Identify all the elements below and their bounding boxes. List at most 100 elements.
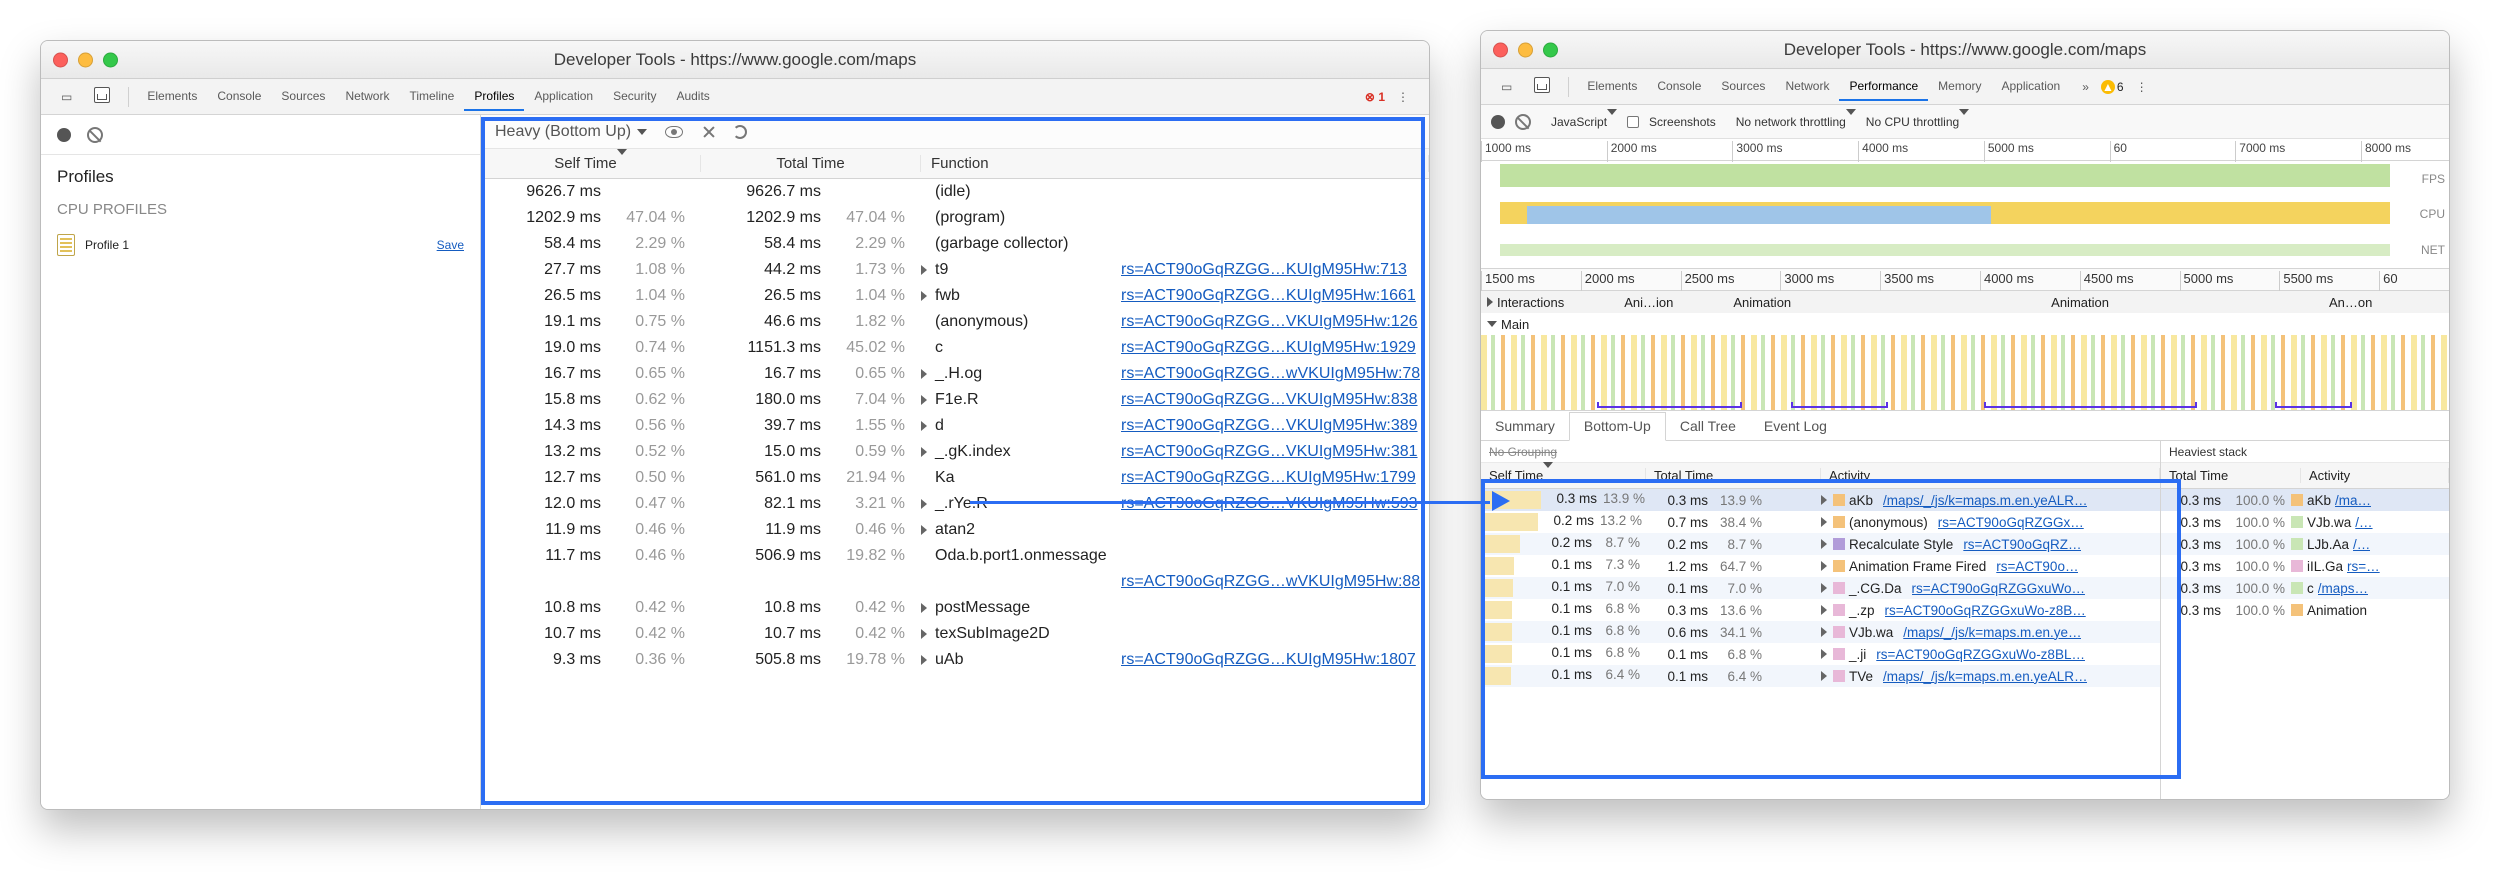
table-row[interactable]: 0.3 ms100.0 %Animation: [2161, 599, 2449, 621]
save-link[interactable]: Save: [437, 238, 464, 252]
expand-icon[interactable]: [921, 369, 927, 379]
expand-icon[interactable]: [921, 447, 927, 457]
table-row[interactable]: 0.3 ms100.0 %aKb/ma…: [2161, 489, 2449, 511]
device-toggle-icon[interactable]: [84, 81, 120, 112]
more-tabs-icon[interactable]: »: [2072, 74, 2099, 100]
record-icon[interactable]: [1491, 115, 1505, 129]
expand-icon[interactable]: [1821, 495, 1827, 505]
source-link[interactable]: rs=ACT90oGqRZGG…KUIgM95Hw:1929: [1121, 339, 1416, 357]
tab-elements[interactable]: Elements: [1577, 73, 1647, 101]
table-row[interactable]: 0.3 ms100.0 %c/maps…: [2161, 577, 2449, 599]
network-throttle-dropdown[interactable]: No network throttling: [1736, 115, 1856, 129]
expand-icon[interactable]: [921, 603, 927, 613]
source-link[interactable]: rs=ACT90oGqRZGG…VKUIgM95Hw:126: [1121, 313, 1418, 331]
cpu-throttle-dropdown[interactable]: No CPU throttling: [1866, 115, 1969, 129]
close-light-icon[interactable]: [1493, 42, 1508, 57]
expand-icon[interactable]: [1821, 671, 1827, 681]
source-link[interactable]: rs=ACT90oGqRZGG…KUIgM95Hw:713: [1121, 261, 1407, 279]
source-link[interactable]: rs=ACT90oGqRZGG…VKUIgM95Hw:381: [1121, 443, 1418, 461]
clear-icon[interactable]: [1515, 114, 1531, 130]
table-row[interactable]: 10.8 ms0.42 %10.8 ms0.42 %postMessage: [481, 595, 1429, 621]
table-row[interactable]: 0.3 ms100.0 %LJb.Aa/…: [2161, 533, 2449, 555]
col-total-time[interactable]: Total Time: [2161, 468, 2301, 483]
tab-memory[interactable]: Memory: [1928, 73, 1991, 101]
inspect-icon[interactable]: ▭: [1491, 74, 1522, 100]
source-link[interactable]: /maps/_/js/k=maps.m.en.ye…: [1903, 625, 2081, 640]
tab-summary[interactable]: Summary: [1481, 411, 1569, 440]
tab-network[interactable]: Network: [1775, 73, 1839, 101]
source-link[interactable]: rs=ACT90oGqRZGG…wVKUIgM95Hw:88: [1121, 573, 1420, 591]
tab-network[interactable]: Network: [335, 83, 399, 111]
source-link[interactable]: /maps/_/js/k=maps.m.en.yeALR…: [1883, 493, 2087, 508]
source-link[interactable]: rs=ACT90oGqRZGGx…: [1938, 515, 2084, 530]
titlebar[interactable]: Developer Tools - https://www.google.com…: [1481, 31, 2449, 69]
table-row[interactable]: 0.1 ms6.8 %0.3 ms13.6 %_.zprs=ACT90oGqRZ…: [1481, 599, 2160, 621]
bottom-up-rows[interactable]: 0.3 ms13.9 %0.3 ms13.9 %aKb/maps/_/js/k=…: [1481, 489, 2160, 687]
table-row[interactable]: 0.1 ms6.8 %0.1 ms6.8 %_.jirs=ACT90oGqRZG…: [1481, 643, 2160, 665]
tab-audits[interactable]: Audits: [666, 83, 719, 111]
expand-icon[interactable]: [1821, 561, 1827, 571]
expand-icon[interactable]: [1821, 649, 1827, 659]
zoom-light-icon[interactable]: [103, 52, 118, 67]
source-link[interactable]: rs=ACT90o…: [1996, 559, 2078, 574]
grouping-dropdown[interactable]: No Grouping: [1481, 441, 2160, 463]
focus-icon[interactable]: [665, 126, 683, 138]
col-activity[interactable]: Activity: [2301, 468, 2449, 483]
source-link[interactable]: rs=ACT90oGqRZGG…KUIgM95Hw:1661: [1121, 287, 1416, 305]
source-link[interactable]: /maps…: [2318, 581, 2368, 596]
source-link[interactable]: rs=ACT90oGqRZGGxuWo…: [1912, 581, 2085, 596]
profile-rows[interactable]: 9626.7 ms9626.7 ms(idle)1202.9 ms47.04 %…: [481, 179, 1429, 809]
minimize-light-icon[interactable]: [1518, 42, 1533, 57]
expand-icon[interactable]: [1821, 539, 1827, 549]
expand-icon[interactable]: [921, 655, 927, 665]
table-row[interactable]: 9626.7 ms9626.7 ms(idle): [481, 179, 1429, 205]
tab-sources[interactable]: Sources: [1711, 73, 1775, 101]
main-track[interactable]: Main: [1481, 313, 2449, 335]
flame-ruler[interactable]: 1500 ms2000 ms2500 ms3000 ms3500 ms4000 …: [1481, 269, 2449, 291]
overview-timeline[interactable]: 1000 ms2000 ms3000 ms4000 ms5000 ms60700…: [1481, 139, 2449, 269]
tab-sources[interactable]: Sources: [271, 83, 335, 111]
source-link[interactable]: rs=ACT90oGqRZGGxuWo-z8B…: [1885, 603, 2086, 618]
table-row[interactable]: 12.7 ms0.50 %561.0 ms21.94 %Kars=ACT90oG…: [481, 465, 1429, 491]
expand-icon[interactable]: [1821, 517, 1827, 527]
col-total-time[interactable]: Total Time: [1646, 468, 1821, 483]
expand-icon[interactable]: [1821, 627, 1827, 637]
source-link[interactable]: rs=ACT90oGqRZGG…VKUIgM95Hw:838: [1121, 391, 1418, 409]
table-row[interactable]: 0.2 ms8.7 %0.2 ms8.7 %Recalculate Styler…: [1481, 533, 2160, 555]
expand-icon[interactable]: [921, 525, 927, 535]
table-row[interactable]: 11.7 ms0.46 %506.9 ms19.82 %Oda.b.port1.…: [481, 543, 1429, 569]
table-row[interactable]: 0.1 ms7.0 %0.1 ms7.0 %_.CG.Dars=ACT90oGq…: [1481, 577, 2160, 599]
table-row[interactable]: 14.3 ms0.56 %39.7 ms1.55 %drs=ACT90oGqRZ…: [481, 413, 1429, 439]
source-link[interactable]: rs=ACT90oGqRZGG…KUIgM95Hw:1807: [1121, 651, 1416, 669]
col-total-time[interactable]: Total Time: [701, 155, 921, 172]
tab-profiles[interactable]: Profiles: [464, 83, 524, 111]
tab-call-tree[interactable]: Call Tree: [1666, 411, 1750, 440]
expand-icon[interactable]: [921, 291, 927, 301]
tab-bottom-up[interactable]: Bottom-Up: [1569, 412, 1666, 441]
source-link[interactable]: rs=ACT90oGqRZGG…VKUIgM95Hw:389: [1121, 417, 1418, 435]
table-row[interactable]: 19.0 ms0.74 %1151.3 ms45.02 %crs=ACT90oG…: [481, 335, 1429, 361]
filter-dropdown[interactable]: JavaScript: [1551, 115, 1617, 129]
tab-performance[interactable]: Performance: [1839, 73, 1928, 101]
expand-icon[interactable]: [1821, 605, 1827, 615]
source-link[interactable]: rs=ACT90oGqRZGG…KUIgM95Hw:1799: [1121, 469, 1416, 487]
table-row[interactable]: 15.8 ms0.62 %180.0 ms7.04 %F1e.Rrs=ACT90…: [481, 387, 1429, 413]
expand-icon[interactable]: [921, 629, 927, 639]
error-badge[interactable]: ⊗ 1: [1365, 90, 1385, 104]
reload-icon[interactable]: [733, 125, 747, 139]
interactions-track[interactable]: Interactions Ani…ion Animation Animation…: [1481, 291, 2449, 313]
tab-event-log[interactable]: Event Log: [1750, 411, 1841, 440]
view-dropdown[interactable]: Heavy (Bottom Up): [495, 123, 647, 141]
tab-timeline[interactable]: Timeline: [399, 83, 464, 111]
col-function[interactable]: Function: [921, 155, 1429, 172]
table-row[interactable]: 19.1 ms0.75 %46.6 ms1.82 %(anonymous)rs=…: [481, 309, 1429, 335]
tab-console[interactable]: Console: [207, 83, 271, 111]
col-self-time[interactable]: Self Time: [481, 155, 701, 172]
table-row[interactable]: 0.1 ms7.3 %1.2 ms64.7 %Animation Frame F…: [1481, 555, 2160, 577]
table-row[interactable]: 1202.9 ms47.04 %1202.9 ms47.04 %(program…: [481, 205, 1429, 231]
source-link[interactable]: rs=ACT90oGqRZGG…wVKUIgM95Hw:78: [1121, 365, 1420, 383]
tab-application[interactable]: Application: [524, 83, 603, 111]
kebab-menu-icon[interactable]: ⋮: [2126, 74, 2158, 100]
table-row[interactable]: 0.1 ms6.8 %0.6 ms34.1 %VJb.wa/maps/_/js/…: [1481, 621, 2160, 643]
tab-application[interactable]: Application: [1992, 73, 2071, 101]
